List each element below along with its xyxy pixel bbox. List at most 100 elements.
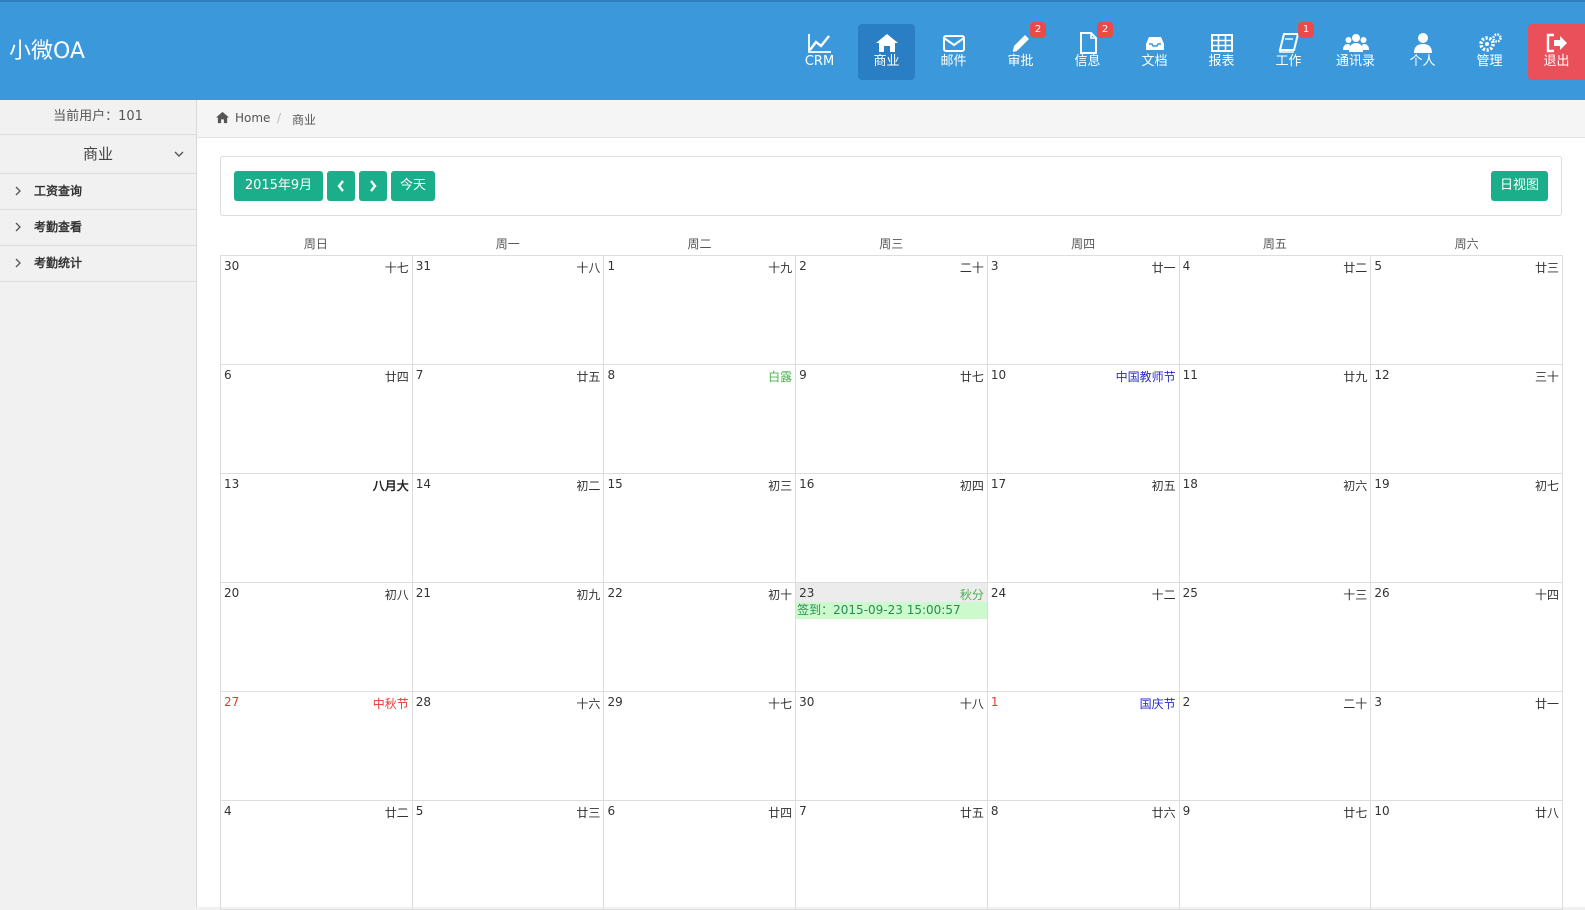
day-view-button[interactable]: 日视图: [1491, 171, 1548, 201]
breadcrumb-home[interactable]: Home: [235, 111, 270, 125]
nav-info-button[interactable]: 信息 2: [1054, 22, 1121, 80]
calendar-day-cell[interactable]: 6 廿四: [221, 365, 413, 474]
day-number: 26: [1374, 586, 1390, 600]
calendar-day-cell[interactable]: 30 十七: [221, 256, 413, 365]
nav-contacts-button[interactable]: 通讯录: [1322, 24, 1389, 80]
calendar-day-cell[interactable]: 21 初九: [412, 583, 605, 692]
nav-personal-button[interactable]: 个人: [1389, 24, 1456, 80]
month-button[interactable]: 2015年9月: [234, 171, 323, 201]
sidebar: 当前用户：101 商业 工资查询 考勤查看 考勤统计: [0, 100, 197, 907]
calendar-week-row: 30 十七 31 十八 1 十九 2 二十 3 廿一 4 廿二 5 廿三: [221, 256, 1564, 365]
calendar-day-cell[interactable]: 2 二十: [1179, 692, 1372, 801]
calendar-day-cell[interactable]: 27 中秋节: [221, 692, 413, 801]
calendar-day-cell[interactable]: 8 廿六: [987, 801, 1180, 910]
nav-crm-button[interactable]: CRM: [786, 24, 853, 80]
nav-label: 管理: [1476, 54, 1503, 69]
day-number: 4: [1182, 259, 1191, 273]
lunar-date: 二十: [959, 261, 984, 275]
lunar-date: 十八: [576, 261, 601, 275]
nav-report-button[interactable]: 报表: [1188, 24, 1255, 80]
main-nav: CRM 商业 邮件 审批 2 信息 2 文档 报表 工作 1 通讯录 个人 管理 退出: [786, 22, 1585, 80]
calendar-day-cell[interactable]: 13 八月大: [221, 474, 413, 583]
lunar-date: 初三: [768, 479, 793, 493]
lunar-date: 十九: [768, 261, 793, 275]
calendar-day-cell[interactable]: 28 十六: [412, 692, 605, 801]
nav-work-button[interactable]: 工作 1: [1255, 22, 1322, 80]
nav-doc-button[interactable]: 文档: [1121, 24, 1188, 80]
lunar-date: 初九: [576, 588, 601, 602]
calendar-day-cell[interactable]: 9 廿七: [796, 365, 988, 474]
lunar-date: 廿五: [576, 370, 601, 384]
gears-icon: [1477, 32, 1503, 54]
calendar-day-cell[interactable]: 31 十八: [412, 256, 605, 365]
calendar-day-cell[interactable]: 20 初八: [221, 583, 413, 692]
day-number: 31: [415, 259, 431, 273]
calendar-day-cell[interactable]: 15 初三: [604, 474, 797, 583]
calendar-day-cell[interactable]: 4 廿二: [1179, 256, 1372, 365]
prev-month-button[interactable]: [327, 171, 355, 201]
calendar-week-row: 4 廿二 5 廿三 6 廿四 7 廿五 8 廿六 9 廿七 10 廿八: [221, 801, 1564, 910]
chevron-right-icon: [15, 222, 21, 232]
calendar-day-cell[interactable]: 16 初四: [796, 474, 988, 583]
nav-biz-button[interactable]: 商业: [858, 24, 915, 80]
weekday-label: 周四: [1071, 237, 1096, 251]
calendar-day-cell[interactable]: 8 白露: [604, 365, 797, 474]
day-number: 2: [799, 259, 807, 273]
day-number: 14: [415, 477, 431, 491]
nav-approve-button[interactable]: 审批 2: [987, 22, 1054, 80]
nav-admin-button[interactable]: 管理: [1456, 24, 1523, 80]
next-month-button[interactable]: [359, 171, 387, 201]
calendar-day-cell[interactable]: 10 廿八: [1371, 801, 1564, 910]
lunar-date: 初八: [384, 588, 409, 602]
calendar-day-cell[interactable]: 7 廿五: [412, 365, 605, 474]
calendar-day-cell[interactable]: 24 十二: [987, 583, 1180, 692]
lunar-date: 十三: [1343, 588, 1368, 602]
nav-label: 通讯录: [1335, 54, 1375, 69]
calendar-day-cell[interactable]: 17 初五: [987, 474, 1180, 583]
weekday-header: 周日 周一 周二 周三 周四 周五 周六: [220, 233, 1563, 255]
calendar-toolbar: 2015年9月 今天 日视图: [220, 156, 1562, 216]
calendar-day-cell[interactable]: 7 廿五: [796, 801, 988, 910]
calendar-day-cell[interactable]: 1 国庆节: [987, 692, 1180, 801]
calendar-day-cell[interactable]: 25 十三: [1179, 583, 1372, 692]
day-number: 7: [415, 368, 424, 382]
calendar-day-cell[interactable]: 9 廿七: [1179, 801, 1372, 910]
home-icon: [216, 111, 229, 124]
nav-mail-button[interactable]: 邮件: [920, 24, 987, 80]
chevron-right-icon: [15, 258, 21, 268]
calendar-day-cell[interactable]: 5 廿三: [1371, 256, 1564, 365]
calendar-day-cell[interactable]: 10 中国教师节: [987, 365, 1180, 474]
calendar-day-cell[interactable]: 30 十八: [796, 692, 988, 801]
day-number: 7: [799, 804, 807, 818]
lunar-date: 十七: [384, 261, 409, 275]
sidebar-item-attendance-stats[interactable]: 考勤统计: [0, 246, 196, 282]
lunar-date: 廿一: [1151, 261, 1176, 275]
calendar-day-cell[interactable]: 2 二十: [796, 256, 988, 365]
calendar-day-cell[interactable]: 11 廿九: [1179, 365, 1372, 474]
calendar-day-cell[interactable]: 14 初二: [412, 474, 605, 583]
nav-logout-button[interactable]: 退出: [1528, 24, 1585, 80]
lunar-date: 廿八: [1535, 806, 1560, 820]
calendar-day-cell[interactable]: 29 十七: [604, 692, 797, 801]
calendar-day-cell[interactable]: 4 廿二: [221, 801, 413, 910]
sidebar-item-attendance-view[interactable]: 考勤查看: [0, 210, 196, 246]
calendar-day-cell[interactable]: 5 廿三: [412, 801, 605, 910]
chevron-right-icon: [370, 180, 377, 192]
calendar-day-cell[interactable]: 18 初六: [1179, 474, 1372, 583]
calendar-day-cell[interactable]: 3 廿一: [1371, 692, 1564, 801]
calendar-day-cell[interactable]: 1 十九: [604, 256, 797, 365]
calendar-day-cell[interactable]: 19 初七: [1371, 474, 1564, 583]
lunar-date: 初十: [768, 588, 793, 602]
calendar-day-cell[interactable]: 6 廿四: [604, 801, 797, 910]
calendar-day-cell[interactable]: 26 十四: [1371, 583, 1564, 692]
sidebar-item-salary[interactable]: 工资查询: [0, 174, 196, 210]
lunar-date: 八月大: [372, 479, 409, 493]
calendar-day-cell[interactable]: 3 廿一: [987, 256, 1180, 365]
calendar-day-cell-today[interactable]: 23 秋分 签到：2015-09-23 15:00:57: [796, 583, 988, 692]
calendar-event[interactable]: 签到：2015-09-23 15:00:57: [796, 602, 987, 619]
calendar-day-cell[interactable]: 12 三十: [1371, 365, 1564, 474]
today-button[interactable]: 今天: [391, 171, 435, 201]
calendar-day-cell[interactable]: 22 初十: [604, 583, 797, 692]
app-logo[interactable]: 小微OA: [9, 33, 85, 65]
sidebar-group-business[interactable]: 商业: [0, 135, 196, 174]
